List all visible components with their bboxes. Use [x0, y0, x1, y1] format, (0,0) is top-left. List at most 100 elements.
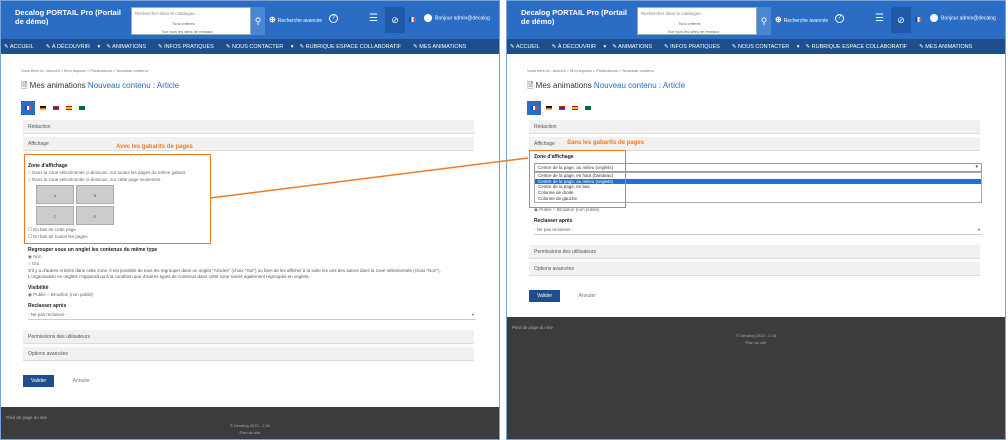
section-options[interactable]: Options avancées — [23, 347, 474, 361]
help-icon[interactable]: ? — [329, 14, 338, 23]
flag-es-icon[interactable] — [572, 106, 578, 110]
search-source-select[interactable]: Sur tous les sites de réseaux — [668, 29, 719, 34]
reclass-value: - Ne pas reclasser - — [534, 226, 574, 232]
nav-item-label: RUBRIQUE ESPACE COLLABORATIF — [305, 43, 402, 50]
help-icon[interactable]: ? — [835, 14, 844, 23]
footer-plan-link[interactable]: Plan du site — [507, 340, 1005, 345]
main-nav: ✎ ACCUEIL ✎ À DÉCOUVRIR ▾ ✎ ANIMATIONS ✎… — [1, 39, 499, 54]
chevron-down-icon: ▾ — [471, 312, 474, 317]
nav-item-label: INFOS PRATIQUES — [670, 43, 720, 50]
section-options[interactable]: Options avancées — [529, 261, 980, 276]
advanced-search-link[interactable]: ⊕ Recherche avancée — [775, 15, 828, 24]
reclass-select[interactable]: - Ne pas reclasser - ▾ — [28, 312, 476, 320]
nav-item-discover[interactable]: ✎ À DÉCOUVRIR ▾ — [46, 44, 101, 50]
radio-label: Publié — [33, 292, 46, 297]
flag-gb-icon[interactable] — [559, 106, 565, 110]
user-icon — [930, 14, 938, 22]
flag-sa-icon[interactable] — [79, 106, 85, 110]
flag-de-icon[interactable] — [40, 106, 46, 110]
radio-group-no[interactable]: ◉ Non — [28, 254, 474, 260]
nav-item-home[interactable]: ✎ ACCUEIL — [510, 44, 546, 50]
section-permissions[interactable]: Permissions des utilisateurs — [23, 330, 474, 344]
french-flag-icon[interactable] — [915, 17, 922, 22]
advanced-search-link[interactable]: ⊕ Recherche avancée — [269, 15, 322, 24]
cancel-button[interactable]: Annuler — [73, 378, 90, 384]
nav-item-label: À DÉCOUVRIR — [557, 43, 597, 50]
search-icon: ⚲ — [760, 16, 768, 26]
breadcrumb[interactable]: Vous êtes ici : Accueil > Mon espace > P… — [21, 68, 499, 73]
nav-item-contact[interactable]: ✎ NOUS CONTACTER ▾ — [732, 44, 800, 50]
language-flags — [21, 101, 499, 115]
breadcrumb[interactable]: Vous êtes ici : Accueil > Mon espace > P… — [527, 68, 1005, 73]
nav-item-infos[interactable]: ✎ INFOS PRATIQUES — [158, 44, 220, 50]
nav-item-label: ACCUEIL — [9, 43, 34, 50]
nav-item-label: ANIMATIONS — [618, 43, 652, 50]
page-title-prefix: Mes animations — [29, 81, 86, 90]
footer-label: Pied de page du site — [512, 325, 554, 330]
hide-eye-icon[interactable]: ⊘ — [385, 7, 405, 33]
visibility-radios[interactable]: ◉ Publié ○ Brouillon (non publié) — [28, 292, 474, 298]
search-button[interactable]: ⚲ — [757, 7, 771, 35]
nav-item-animations[interactable]: ✎ ANIMATIONS — [106, 44, 152, 50]
user-menu[interactable]: Bonjour admin@decalog — [930, 14, 996, 22]
radio-group-yes[interactable]: ○ Oui — [28, 261, 474, 267]
footer: Pied de page du site © Decalog 2022 - 2.… — [1, 407, 499, 439]
search-input[interactable]: Rechercher dans le catalogue ... — [641, 11, 706, 16]
nav-item-collab[interactable]: ✎ RUBRIQUE ESPACE COLLABORATIF — [806, 44, 914, 50]
reclass-label: Reclasser après — [28, 303, 67, 309]
footer-plan-link[interactable]: Plan du site — [1, 430, 499, 435]
nav-item-animations[interactable]: ✎ ANIMATIONS — [612, 44, 658, 50]
right-screenshot: Decalog PORTAIL Pro (Portail de démo) Re… — [506, 0, 1006, 440]
search-box[interactable]: Rechercher dans le catalogue ... Tous cr… — [637, 7, 757, 35]
nav-item-discover[interactable]: ✎ À DÉCOUVRIR ▾ — [552, 44, 607, 50]
advanced-search-label: Recherche avancée — [277, 18, 323, 24]
nav-item-label: NOUS CONTACTER — [232, 43, 284, 50]
search-box[interactable]: Rechercher dans le catalogue ... Tous cr… — [131, 7, 251, 35]
page-title-suffix: Nouveau contenu : Article — [87, 81, 180, 90]
brand-title[interactable]: Decalog PORTAIL Pro (Portail de démo) — [15, 8, 125, 26]
greeting-label: Bonjour admin@decalog — [435, 15, 490, 22]
french-flag-icon[interactable] — [409, 17, 416, 22]
nav-item-mine[interactable]: ✎ MES ANIMATIONS — [413, 44, 472, 50]
section-redaction[interactable]: Rédaction — [23, 120, 474, 134]
section-affichage[interactable]: Affichage — [23, 137, 474, 151]
section-redaction[interactable]: Rédaction — [529, 120, 980, 134]
reclass-select[interactable]: - Ne pas reclasser - ▾ — [534, 227, 982, 235]
flag-de-icon[interactable] — [546, 106, 552, 110]
flag-es-icon[interactable] — [66, 106, 72, 110]
list-icon[interactable]: ☰ — [875, 13, 884, 24]
save-button[interactable]: Valider — [23, 375, 55, 387]
nav-item-contact[interactable]: ✎ NOUS CONTACTER ▾ — [226, 44, 294, 50]
nav-item-mine[interactable]: ✎ MES ANIMATIONS — [919, 44, 978, 50]
save-button[interactable]: Valider — [529, 289, 561, 302]
nav-item-collab[interactable]: ✎ RUBRIQUE ESPACE COLLABORATIF — [300, 44, 408, 50]
page-title-suffix: Nouveau contenu : Article — [593, 81, 686, 90]
header: Decalog PORTAIL Pro (Portail de démo) Re… — [507, 1, 1005, 39]
search-input[interactable]: Rechercher dans le catalogue ... — [135, 11, 200, 16]
hide-eye-icon[interactable]: ⊘ — [891, 7, 911, 33]
nav-item-label: RUBRIQUE ESPACE COLLABORATIF — [811, 43, 908, 50]
annotation-left: Avec les gabarits de pages — [116, 144, 193, 150]
nav-item-home[interactable]: ✎ ACCUEIL — [4, 44, 40, 50]
user-menu[interactable]: Bonjour admin@decalog — [424, 14, 490, 22]
cancel-button[interactable]: Annuler — [579, 293, 596, 299]
page-title: 🗎 Mes animations Nouveau contenu : Artic… — [527, 81, 686, 90]
flag-sa-icon[interactable] — [585, 106, 591, 110]
section-permissions[interactable]: Permissions des utilisateurs — [529, 244, 980, 259]
flag-fr-icon[interactable] — [527, 101, 541, 115]
nav-item-infos[interactable]: ✎ INFOS PRATIQUES — [664, 44, 726, 50]
flag-fr-icon[interactable] — [21, 101, 35, 115]
search-button[interactable]: ⚲ — [251, 7, 265, 35]
search-scope-select[interactable]: Tous critères — [172, 21, 195, 26]
nav-item-label: NOUS CONTACTER — [738, 43, 790, 50]
search-source-select[interactable]: Sur tous les sites de réseaux — [162, 29, 213, 34]
flag-gb-icon[interactable] — [53, 106, 59, 110]
reclass-label: Reclasser après — [534, 217, 573, 224]
brand-title[interactable]: Decalog PORTAIL Pro (Portail de démo) — [521, 8, 631, 26]
annotation-right: Sans les gabarits de pages — [567, 140, 645, 146]
list-icon[interactable]: ☰ — [369, 13, 378, 24]
radio-label: Non — [33, 254, 42, 259]
advanced-search-label: Recherche avancée — [783, 18, 829, 24]
search-scope-select[interactable]: Tous critères — [678, 21, 701, 26]
search-icon: ⚲ — [254, 16, 262, 26]
